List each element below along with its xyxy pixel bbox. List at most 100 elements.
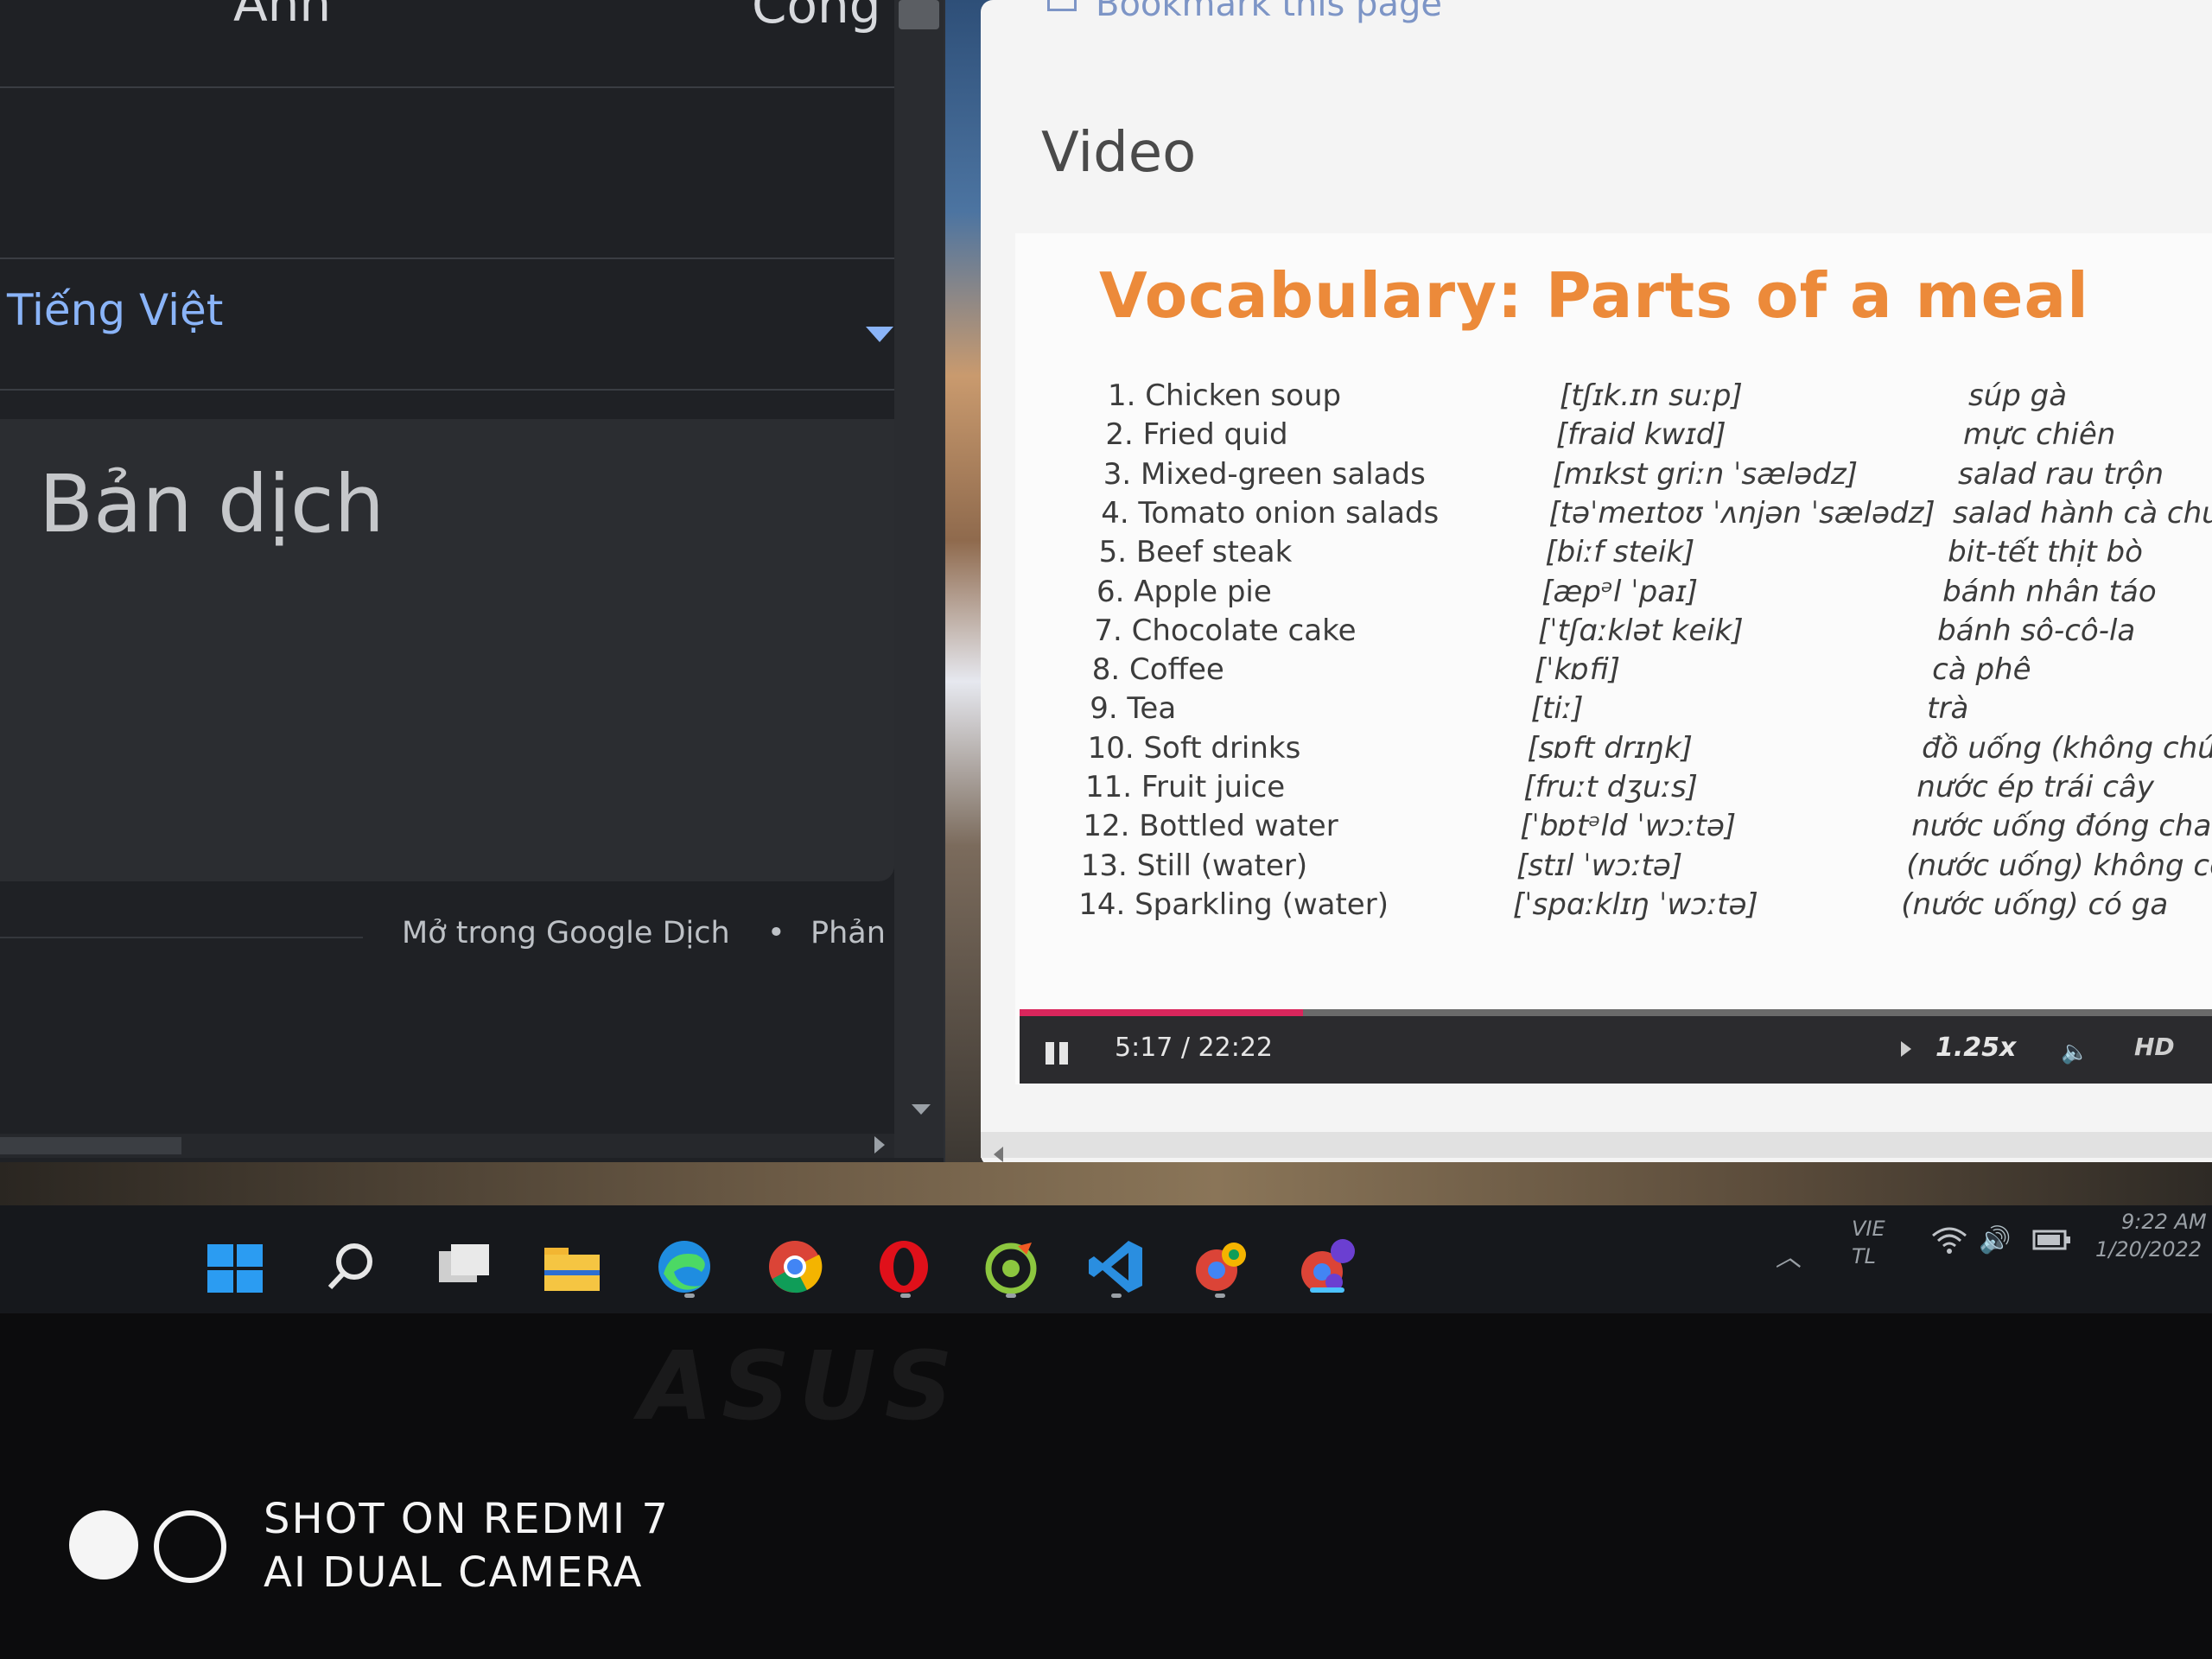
vocab-english: 13. Still (water)	[1080, 848, 1308, 883]
taskbar-active-indicator	[1310, 1287, 1344, 1293]
page-horizontal-scrollbar[interactable]	[981, 1132, 2212, 1158]
vocab-vietnamese: nước ép trái cây	[1916, 770, 2154, 804]
vscode-icon[interactable]	[1085, 1236, 1147, 1298]
vocab-vietnamese: nước uống đóng chai	[1911, 809, 2212, 844]
edge-browser-icon[interactable]	[653, 1236, 715, 1298]
vocab-english: 14. Sparkling (water)	[1078, 887, 1389, 922]
taskbar-running-indicator	[1006, 1294, 1016, 1298]
pause-icon[interactable]	[1046, 1042, 1070, 1065]
vocab-vietnamese: mực chiên	[1963, 417, 2116, 453]
screen: Anh Công c Tiếng Việt Bản dịch Mở trong …	[0, 0, 2212, 1322]
vocab-vietnamese: bánh nhân táo	[1942, 574, 2157, 609]
taskbar-running-indicator	[900, 1294, 911, 1298]
task-view-icon[interactable]	[432, 1236, 494, 1298]
chrome-browser-icon[interactable]	[764, 1236, 826, 1298]
vocab-row: 5. Beef steak [biːf steik] bit-tết thịt bò	[0, 535, 2212, 575]
vocab-row: 6. Apple pie [æpᵊl ˈpaɪ] bánh nhân táo	[0, 575, 2212, 614]
tray-chevron-icon[interactable]: ︿	[1776, 1236, 1802, 1274]
vocab-english: 4. Tomato onion salads	[1101, 495, 1440, 531]
windows-start-icon[interactable]	[204, 1236, 266, 1298]
taskbar-running-indicator	[1111, 1294, 1122, 1298]
speaker-icon[interactable]: 🔊	[1979, 1225, 2011, 1255]
vocab-ipa: [ˈbɒtᵊld ˈwɔːtə]	[1520, 809, 1737, 844]
vocab-row: 11. Fruit juice [fruːt dʒuːs] nước ép trái…	[0, 770, 2212, 810]
watermark-line-1: SHOT ON REDMI 7	[264, 1495, 670, 1543]
vocab-english: 3. Mixed-green salads	[1103, 456, 1426, 492]
taskbar-running-indicator	[1215, 1294, 1225, 1298]
input-language-sub[interactable]: TL	[1852, 1244, 1876, 1268]
vocab-row: 10. Soft drinks [sɒft drɪŋk] đồ uống (khôn…	[0, 731, 2212, 771]
vocab-ipa: [tiː]	[1530, 691, 1584, 727]
vocab-ipa: [fraid kwɪd]	[1555, 417, 1726, 453]
bookmark-icon[interactable]	[1047, 0, 1077, 11]
horizontal-scrollbar-thumb[interactable]	[0, 1137, 181, 1154]
vocab-ipa: [stɪl ˈwɔːtə]	[1516, 848, 1683, 883]
vocab-row: 8. Coffee [ˈkɒfi] cà phê	[0, 652, 2212, 692]
vocab-row: 9. Tea [tiː] trà	[0, 691, 2212, 731]
watermark-line-2: AI DUAL CAMERA	[264, 1548, 644, 1597]
vocab-english: 6. Apple pie	[1096, 574, 1272, 609]
vocab-row: 12. Bottled water [ˈbɒtᵊld ˈwɔːtə] nước uố…	[0, 809, 2212, 849]
battery-icon[interactable]	[2032, 1229, 2072, 1251]
vocab-ipa: [mɪkst griːn ˈsælədz]	[1552, 456, 1859, 492]
chrome-profile-icon[interactable]	[1189, 1236, 1251, 1298]
green-app-icon[interactable]	[980, 1236, 1042, 1298]
vocab-english: 2. Fried quid	[1105, 417, 1288, 453]
playback-speed-button[interactable]: 1.25x	[1936, 1033, 2016, 1063]
vocab-english: 9. Tea	[1090, 691, 1177, 727]
file-explorer-icon[interactable]	[541, 1236, 603, 1298]
vocab-ipa: [biːf steik]	[1545, 535, 1695, 570]
footer-divider	[0, 937, 363, 938]
scroll-right-arrow-icon[interactable]	[874, 1136, 885, 1154]
vocab-english: 10. Soft drinks	[1087, 730, 1301, 766]
vocab-ipa: [ˈkɒfi]	[1534, 652, 1620, 688]
dropdown-caret-icon[interactable]	[866, 327, 893, 342]
vocab-english: 1. Chicken soup	[1108, 378, 1342, 413]
vocab-row: 13. Still (water) [stɪl ˈwɔːtə] (nước uống…	[0, 849, 2212, 888]
slide-title: Vocabulary: Parts of a meal	[1099, 259, 2089, 332]
bookmark-link[interactable]: Bookmark this page	[1096, 0, 1442, 24]
opera-browser-icon[interactable]	[873, 1236, 935, 1298]
taskbar-running-indicator	[684, 1294, 695, 1298]
vocab-row: 7. Chocolate cake [ˈtʃɑːklət keik] bánh sô…	[0, 613, 2212, 653]
target-language-select[interactable]: Tiếng Việt	[7, 285, 223, 335]
vocab-vietnamese: salad hành cà chua	[1953, 495, 2212, 531]
volume-icon[interactable]: 🔈	[2061, 1039, 2088, 1065]
source-text-area[interactable]	[0, 86, 894, 259]
vocab-row: 1. Chicken soup [tʃɪk.ɪn suːp] súp gà	[0, 378, 2212, 418]
time-display: 5:17 / 22:22	[1115, 1033, 1274, 1063]
vocab-ipa: [æpᵊl ˈpaɪ]	[1541, 574, 1698, 609]
clock-time[interactable]: 9:22 AM	[2121, 1210, 2207, 1234]
search-icon[interactable]	[320, 1236, 382, 1298]
input-language[interactable]: VIE	[1852, 1217, 1885, 1241]
vocab-ipa: [ˈspɑːklɪŋ ˈwɔːtə]	[1512, 887, 1758, 922]
vocab-vietnamese: súp gà	[1968, 378, 2068, 413]
laptop-brand-logo: ASUS	[639, 1331, 962, 1441]
watermark-dot-filled	[69, 1510, 138, 1580]
scroll-left-arrow-icon[interactable]	[994, 1147, 1003, 1162]
watermark-dot-outline	[154, 1510, 226, 1583]
source-language-label[interactable]: Anh	[233, 0, 331, 33]
scroll-down-arrow-icon[interactable]	[912, 1104, 931, 1115]
vocab-vietnamese: salad rau trộn	[1958, 456, 2164, 492]
laptop-body	[0, 1313, 2212, 1659]
clock-date[interactable]: 1/20/2022	[2095, 1237, 2202, 1262]
scrollbar-thumb[interactable]	[899, 0, 939, 29]
vocab-vietnamese: (nước uống) không có ga	[1906, 848, 2212, 883]
vocab-ipa: [təˈmeɪtoʊ ˈʌnjən ˈsælədz]	[1548, 495, 1936, 531]
progress-fill	[1020, 1009, 1303, 1016]
vocab-vietnamese: bánh sô-cô-la	[1937, 613, 2136, 648]
quality-button[interactable]: HD	[2134, 1033, 2175, 1061]
wifi-icon[interactable]	[1931, 1225, 1967, 1255]
section-title: Video	[1041, 121, 1197, 185]
vocab-vietnamese: (nước uống) có ga	[1901, 887, 2169, 922]
vocab-english: 5. Beef steak	[1098, 535, 1293, 570]
vocab-vietnamese: đồ uống (không chứa cồn)	[1922, 730, 2212, 766]
vocab-ipa: [tʃɪk.ɪn suːp]	[1560, 378, 1743, 413]
vocab-vietnamese: cà phê	[1932, 652, 2031, 688]
speed-arrow-icon[interactable]	[1901, 1041, 1911, 1057]
vocab-vietnamese: bit-tết thịt bò	[1948, 535, 2143, 570]
vocab-row: 14. Sparkling (water) [ˈspɑːklɪŋ ˈwɔːtə] (…	[0, 887, 2212, 927]
vocab-ipa: [sɒft drɪŋk]	[1527, 730, 1693, 766]
vocab-english: 7. Chocolate cake	[1094, 613, 1357, 648]
